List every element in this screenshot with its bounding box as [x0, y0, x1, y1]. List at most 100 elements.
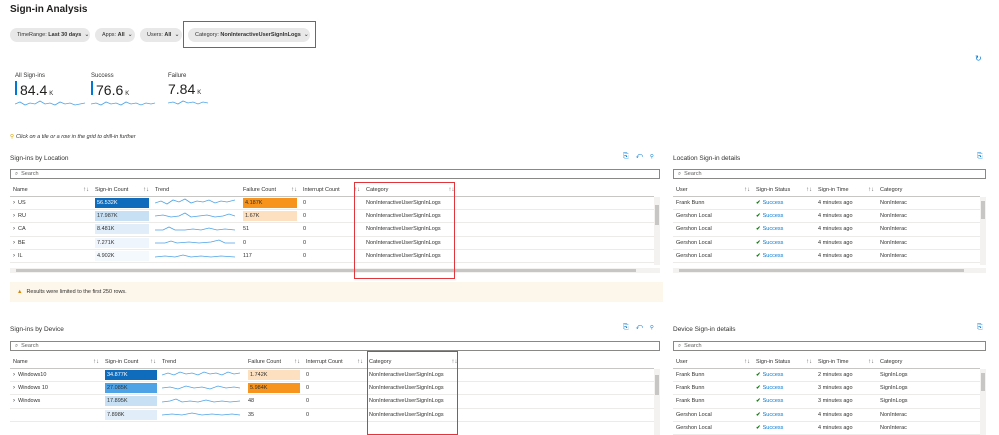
table-row[interactable]: Gershon Local ✔ Success 4 minutes ago NonInt…	[673, 209, 980, 224]
scroll-thumb[interactable]	[655, 205, 659, 225]
table-row[interactable]: › RU 17.987K 1.67K 0 NonInteractiveUserSi…	[10, 209, 654, 224]
filter-apps[interactable]: Apps: All ⌄	[95, 28, 135, 42]
table-row[interactable]: Gershon Local ✔ Success 4 minutes ago NonInt…	[673, 222, 980, 237]
device-table: Name ↑↓ Sign-in Count ↑↓ Trend Failure Cou…	[10, 356, 654, 423]
column-header[interactable]: Sign-in Status ↑↓	[753, 184, 815, 197]
column-header[interactable]: Sign-in Status ↑↓	[753, 356, 815, 369]
table-row[interactable]: › Windows 10 27.085K 5.984K 0 NonInteract…	[10, 381, 654, 396]
table-row[interactable]: Gershon Local ✔ Success 4 minutes ago NonInt…	[673, 249, 980, 264]
column-header[interactable]: Failure Count ↑↓	[245, 356, 303, 369]
tile-all-signins[interactable]: All Sign-ins 84.4 K	[15, 73, 85, 107]
chevron-right-icon[interactable]: ›	[13, 240, 15, 246]
device-search-input[interactable]: ⌕ Search	[10, 341, 660, 351]
column-header[interactable]: Name ↑↓	[10, 184, 92, 197]
table-row[interactable]: Frank Bunn ✔ Success 4 minutes ago NonIntera…	[673, 196, 980, 210]
column-header[interactable]: Sign-in Time ↑↓	[815, 184, 877, 197]
column-header[interactable]: Trend	[159, 356, 245, 369]
scroll-thumb[interactable]	[16, 269, 636, 272]
chevron-right-icon[interactable]: ›	[13, 253, 15, 259]
column-header[interactable]: Sign-in Time ↑↓	[815, 356, 877, 369]
chevron-right-icon[interactable]: ›	[13, 385, 15, 391]
copy-icon[interactable]: ⎘	[977, 153, 990, 160]
sort-icon[interactable]: ↑↓	[357, 359, 363, 365]
trend-sparkline	[161, 412, 241, 416]
pin-icon[interactable]: ⚲	[650, 153, 660, 160]
location-details-search-input[interactable]: ⌕ Search	[673, 169, 986, 179]
undo-icon[interactable]: ↶	[636, 153, 650, 160]
sort-icon[interactable]: ↑↓	[291, 187, 297, 193]
sort-icon[interactable]: ↑↓	[451, 359, 457, 365]
column-header[interactable]: Category	[877, 184, 980, 197]
location-details-horizontal-scrollbar[interactable]	[673, 268, 986, 273]
sort-icon[interactable]: ↑↓	[806, 359, 812, 365]
sort-icon[interactable]: ↑↓	[150, 359, 156, 365]
table-row[interactable]: › CA 8.481K 51 0 NonInteractiveUserSignIn…	[10, 222, 654, 237]
column-header[interactable]: Interrupt Count ↑↓	[303, 356, 366, 369]
chevron-right-icon[interactable]: ›	[13, 398, 15, 404]
scroll-thumb[interactable]	[679, 269, 964, 272]
chevron-right-icon[interactable]: ›	[13, 200, 15, 206]
table-header: Name ↑↓ Sign-in Count ↑↓ Trend Failure Cou…	[10, 184, 654, 197]
table-row[interactable]: Frank Bunn ✔ Success 2 minutes ago SignInLog…	[673, 368, 980, 382]
filter-timerange[interactable]: TimeRange: Last 30 days ⌄	[10, 28, 90, 42]
table-row[interactable]: Frank Bunn ✔ Success 3 minutes ago SignInLog…	[673, 394, 980, 409]
tile-failure[interactable]: Failure 7.84 K	[168, 73, 208, 106]
chevron-right-icon[interactable]: ›	[13, 226, 15, 232]
location-search-input[interactable]: ⌕ Search	[10, 169, 660, 179]
column-header[interactable]: User ↑↓	[673, 184, 753, 197]
location-horizontal-scrollbar[interactable]	[10, 268, 660, 273]
table-row[interactable]: Gershon Local ✔ Success 4 minutes ago NonInt…	[673, 421, 980, 435]
column-header[interactable]: Trend	[152, 184, 240, 197]
copy-icon[interactable]: ⎘	[977, 324, 990, 331]
undo-icon[interactable]: ↶	[636, 324, 650, 331]
table-row[interactable]: › IL 4.902K 117 0 NonInteractiveUserSignI…	[10, 249, 654, 264]
location-vertical-scrollbar[interactable]	[654, 197, 660, 265]
tile-success[interactable]: Success 76.6 K	[91, 73, 155, 107]
table-row[interactable]: › US 56.532K 4.187K 0 NonInteractiveUserS…	[10, 196, 654, 210]
sort-icon[interactable]: ↑↓	[294, 359, 300, 365]
device-vertical-scrollbar[interactable]	[654, 369, 660, 435]
sort-icon[interactable]: ↑↓	[448, 187, 454, 193]
filter-users[interactable]: Users: All ⌄	[140, 28, 182, 42]
table-row[interactable]: Gershon Local ✔ Success 4 minutes ago NonInt…	[673, 408, 980, 423]
column-header[interactable]: Category ↑↓	[366, 356, 654, 369]
column-header[interactable]: Name ↑↓	[10, 356, 102, 369]
pin-icon[interactable]: ⚲	[650, 324, 660, 331]
device-details-search-input[interactable]: ⌕ Search	[673, 341, 986, 351]
chevron-right-icon[interactable]: ›	[13, 213, 15, 219]
copy-icon[interactable]: ⎘	[623, 153, 636, 160]
chevron-right-icon[interactable]: ›	[13, 372, 15, 378]
column-header[interactable]: User ↑↓	[673, 356, 753, 369]
table-row[interactable]: 7.898K 35 0 NonInteractiveUserSignInLogs	[10, 408, 654, 423]
scroll-thumb[interactable]	[981, 373, 985, 391]
sort-icon[interactable]: ↑↓	[744, 187, 750, 193]
device-details-vertical-scrollbar[interactable]	[980, 369, 986, 435]
sort-icon[interactable]: ↑↓	[93, 359, 99, 365]
column-header[interactable]: Category ↑↓	[363, 184, 654, 197]
sort-icon[interactable]: ↑↓	[806, 187, 812, 193]
sort-icon[interactable]: ↑↓	[744, 359, 750, 365]
column-header[interactable]: Sign-in Count ↑↓	[102, 356, 159, 369]
table-row[interactable]: Frank Bunn ✔ Success 3 minutes ago SignInLog…	[673, 381, 980, 396]
sort-icon[interactable]: ↑↓	[868, 187, 874, 193]
table-row[interactable]: Gershon Local ✔ Success 4 minutes ago NonInt…	[673, 236, 980, 251]
column-header[interactable]: Sign-in Count ↑↓	[92, 184, 152, 197]
location-details-vertical-scrollbar[interactable]	[980, 197, 986, 265]
scroll-thumb[interactable]	[655, 375, 659, 395]
table-row[interactable]: › Windows 17.895K 48 0 NonInteractiveUser…	[10, 394, 654, 409]
refresh-icon[interactable]: ↻	[975, 54, 982, 63]
check-icon: ✔	[756, 239, 761, 246]
sort-icon[interactable]: ↑↓	[83, 187, 89, 193]
sort-icon[interactable]: ↑↓	[354, 187, 360, 193]
chevron-down-icon: ⌄	[303, 32, 309, 38]
copy-icon[interactable]: ⎘	[623, 324, 636, 331]
column-header[interactable]: Category	[877, 356, 980, 369]
sort-icon[interactable]: ↑↓	[143, 187, 149, 193]
sort-icon[interactable]: ↑↓	[868, 359, 874, 365]
column-header[interactable]: Failure Count ↑↓	[240, 184, 300, 197]
scroll-thumb[interactable]	[981, 201, 985, 219]
table-row[interactable]: › Windows10 34.877K 1.742K 0 NonInteracti…	[10, 368, 654, 382]
filter-category[interactable]: Category: NonInteractiveUserSignInLogs ⌄	[188, 28, 310, 42]
table-row[interactable]: › BE 7.271K 0 0 NonInteractiveUserSignInL…	[10, 236, 654, 251]
column-header[interactable]: Interrupt Count ↑↓	[300, 184, 363, 197]
